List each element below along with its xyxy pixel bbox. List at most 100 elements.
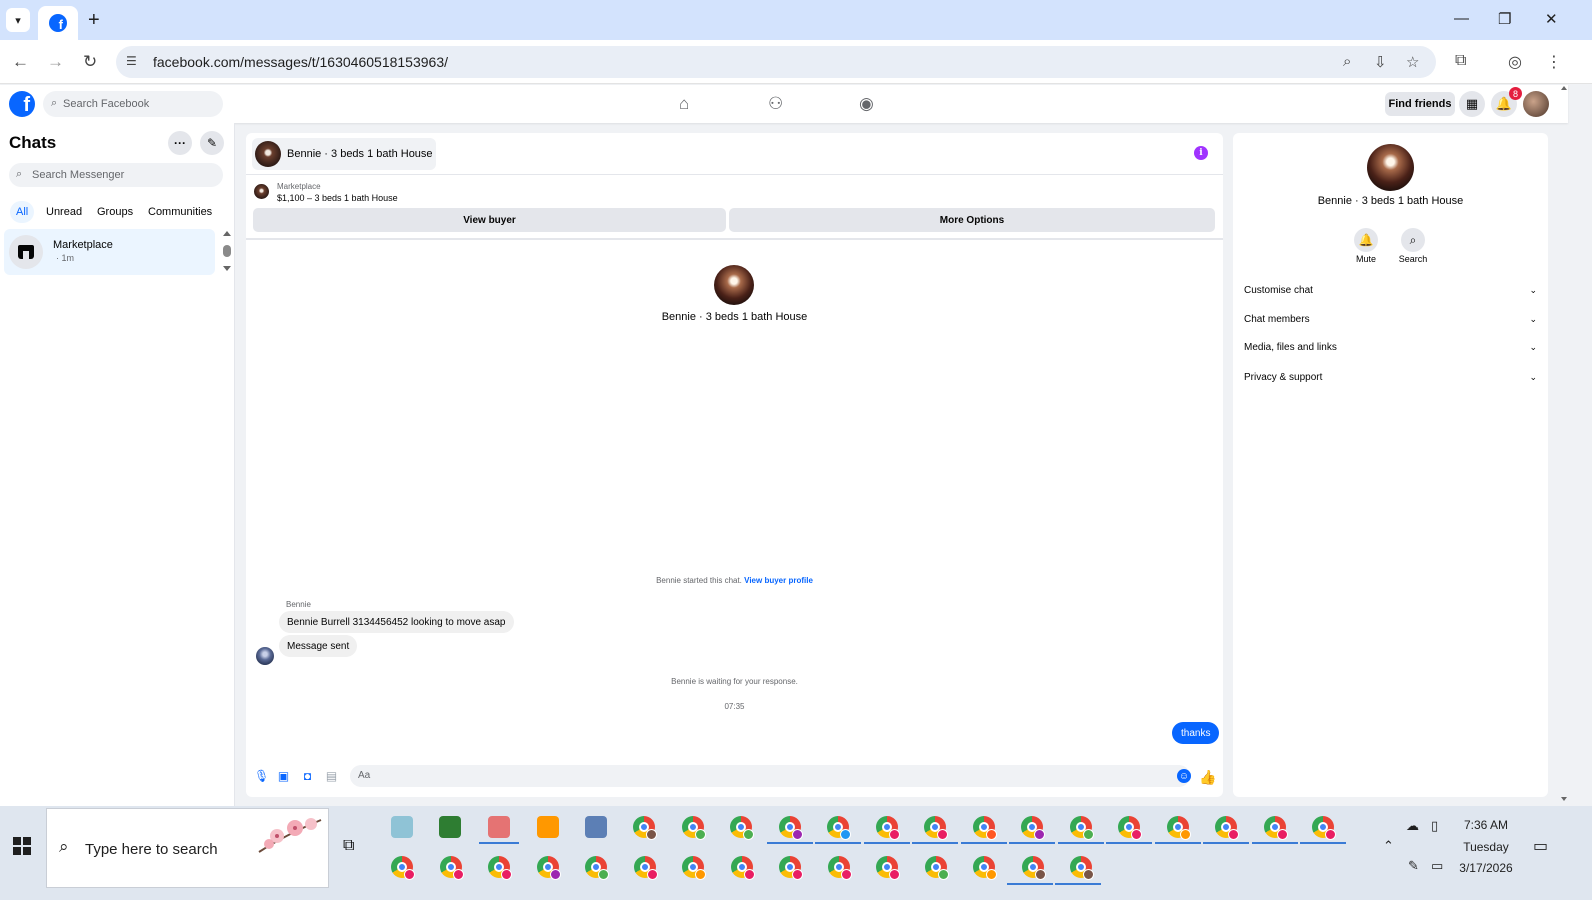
chrome-icon[interactable] <box>1068 814 1094 840</box>
chrome-icon[interactable] <box>1262 814 1288 840</box>
view-buyer-button[interactable]: View buyer <box>253 208 726 232</box>
url-text[interactable]: facebook.com/messages/t/1630460518153963… <box>153 54 448 70</box>
conversation-title-button[interactable]: Bennie · 3 beds 1 bath House <box>252 138 436 170</box>
star-icon[interactable]: ☆ <box>1406 53 1419 71</box>
listing-title[interactable]: $1,100 – 3 beds 1 bath House <box>277 193 398 203</box>
meet-icon[interactable]: ▯ <box>1431 818 1438 834</box>
forward-icon[interactable]: → <box>47 52 64 72</box>
chrome-icon[interactable] <box>826 854 852 880</box>
home-icon[interactable]: ⌂ <box>679 94 689 114</box>
browser-tab-facebook[interactable]: f <box>38 6 78 40</box>
filter-groups[interactable]: Groups <box>91 201 139 223</box>
close-window-button[interactable]: ✕ <box>1545 10 1558 28</box>
chrome-icon[interactable] <box>632 854 658 880</box>
clock-day[interactable]: Tuesday <box>1455 840 1517 854</box>
section-chat-members[interactable]: Chat members ⌄ <box>1244 309 1537 329</box>
chrome-icon[interactable] <box>1068 854 1094 880</box>
more-options-button[interactable]: More Options <box>729 208 1215 232</box>
section-media-files-links[interactable]: Media, files and links ⌄ <box>1244 337 1537 357</box>
search-icon[interactable]: ⌕ <box>1401 228 1425 252</box>
kebab-icon[interactable]: ⋮ <box>1546 52 1562 72</box>
like-icon[interactable]: 👍 <box>1199 769 1216 786</box>
gif-icon[interactable]: ▤ <box>325 770 338 783</box>
windows-start-icon[interactable] <box>13 837 31 855</box>
chrome-icon[interactable] <box>680 854 706 880</box>
sticker-icon[interactable]: ◘ <box>301 770 314 783</box>
chrome-icon[interactable] <box>631 814 657 840</box>
install-icon[interactable]: ⇩ <box>1374 53 1387 71</box>
avatar[interactable] <box>714 265 754 305</box>
page-scrollbar[interactable] <box>1560 85 1568 803</box>
profile-icon[interactable]: ◎ <box>1508 52 1522 72</box>
avatar[interactable] <box>1367 144 1414 191</box>
chrome-icon[interactable] <box>1310 814 1336 840</box>
friends-icon[interactable]: ⚇ <box>768 94 783 114</box>
info-icon[interactable]: i <box>1194 146 1208 160</box>
chrome-icon[interactable] <box>971 814 997 840</box>
snip-app-icon[interactable] <box>486 814 512 840</box>
chrome-icon[interactable] <box>583 854 609 880</box>
chrome-icon[interactable] <box>825 814 851 840</box>
notification-center-icon[interactable]: ▭ <box>1533 836 1548 856</box>
avatar[interactable] <box>256 647 274 665</box>
extensions-icon[interactable]: ⧉ <box>1455 52 1466 70</box>
notes-app-icon[interactable] <box>389 814 415 840</box>
message-bubble-incoming[interactable]: Bennie Burrell 3134456452 looking to mov… <box>279 611 514 633</box>
chrome-icon[interactable] <box>680 814 706 840</box>
chrome-icon[interactable] <box>486 854 512 880</box>
chrome-icon[interactable] <box>1213 814 1239 840</box>
cloud-icon[interactable]: ☁ <box>1406 818 1419 834</box>
taskbar-search-box[interactable]: ⌕ Type here to search <box>46 808 329 888</box>
chevron-up-icon[interactable]: ⌃ <box>1383 838 1394 854</box>
chat-item-marketplace[interactable]: Marketplace · 1m <box>4 229 215 275</box>
message-bubble-incoming[interactable]: Message sent <box>279 635 358 657</box>
facebook-search-input[interactable]: ⌕ Search Facebook <box>43 91 223 117</box>
mic-icon[interactable]: 🎙 <box>254 770 269 783</box>
chrome-icon[interactable] <box>535 854 561 880</box>
chrome-icon[interactable] <box>922 814 948 840</box>
back-icon[interactable]: ← <box>12 52 29 72</box>
vpn-app-icon[interactable] <box>535 814 561 840</box>
chrome-icon[interactable] <box>923 854 949 880</box>
restore-button[interactable]: ❐ <box>1498 10 1511 28</box>
view-buyer-profile-link[interactable]: View buyer profile <box>744 576 813 585</box>
section-privacy-support[interactable]: Privacy & support ⌄ <box>1244 367 1537 387</box>
groups-icon[interactable]: ◉ <box>859 94 874 114</box>
clock-date[interactable]: 3/17/2026 <box>1455 861 1517 875</box>
minimize-button[interactable]: — <box>1454 10 1469 27</box>
chrome-icon[interactable] <box>971 854 997 880</box>
apps-grid-icon[interactable]: ▦ <box>1459 91 1485 117</box>
chrome-icon[interactable] <box>729 854 755 880</box>
chrome-icon[interactable] <box>438 854 464 880</box>
new-tab-button[interactable]: + <box>88 10 100 30</box>
chrome-icon[interactable] <box>1020 854 1046 880</box>
account-avatar[interactable] <box>1523 91 1549 117</box>
chrome-icon[interactable] <box>874 854 900 880</box>
bell-icon[interactable]: 🔔 <box>1354 228 1378 252</box>
address-bar[interactable]: ☰ facebook.com/messages/t/16304605181539… <box>116 46 1436 78</box>
chrome-icon[interactable] <box>1116 814 1142 840</box>
zoom-icon[interactable]: ⌕ <box>1343 53 1351 70</box>
chats-more-button[interactable]: ··· <box>168 131 192 155</box>
emoji-icon[interactable]: ☺ <box>1177 769 1191 783</box>
chats-scrollbar[interactable] <box>222 230 232 272</box>
pen-icon[interactable]: ✎ <box>1408 858 1419 874</box>
chrome-icon[interactable] <box>728 814 754 840</box>
network-icon[interactable]: ▭ <box>1431 858 1443 874</box>
chrome-icon[interactable] <box>777 854 803 880</box>
chrome-icon[interactable] <box>1165 814 1191 840</box>
find-friends-button[interactable]: Find friends <box>1385 92 1455 116</box>
facebook-logo[interactable]: f <box>9 91 35 117</box>
image-icon[interactable]: ▣ <box>277 770 290 783</box>
tab-search-button[interactable]: ▾ <box>6 8 30 32</box>
message-bubble-outgoing[interactable]: thanks <box>1172 722 1220 744</box>
v-app-icon[interactable] <box>437 814 463 840</box>
section-customise-chat[interactable]: Customise chat ⌄ <box>1244 280 1537 300</box>
chrome-icon[interactable] <box>1019 814 1045 840</box>
messenger-search-input[interactable]: ⌕ Search Messenger <box>9 163 223 187</box>
reload-icon[interactable]: ↻ <box>83 52 97 72</box>
filter-all[interactable]: All <box>10 201 35 223</box>
clock-time[interactable]: 7:36 AM <box>1455 818 1517 832</box>
filter-unread[interactable]: Unread <box>40 201 88 223</box>
chrome-icon[interactable] <box>777 814 803 840</box>
